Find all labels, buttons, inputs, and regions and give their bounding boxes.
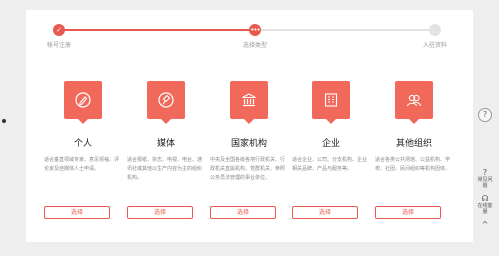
step-1-check-icon: ✓ (53, 24, 65, 36)
card-title: 媒体 (156, 139, 175, 149)
type-card-enterprise: 企业 适合企业、公司、分支机构、企业相关品牌、产品与服务等。 选择 (292, 81, 370, 223)
step-3-label: 入驻资料 (422, 42, 448, 49)
type-card-media: 媒体 适合报纸、杂志、电视、电台、通讯社或其他以生产内容为主的组织机构。 选择 (127, 81, 205, 223)
card-description: 适合垂直领域专家、意见领袖、评论家及自媒体人士申请。 (44, 157, 120, 172)
card-title: 国家机构 (230, 139, 267, 149)
group-icon (395, 81, 433, 124)
select-button-other-organization[interactable]: 选择 (375, 206, 441, 219)
pen-icon (64, 81, 102, 124)
card-title: 其他组织 (395, 139, 432, 149)
type-card-personal: 个人 适合垂直领域专家、意见领袖、评论家及自媒体人士申请。 选择 (44, 81, 122, 223)
select-button-government[interactable]: 选择 (210, 206, 276, 219)
progress-line-completed (59, 29, 255, 31)
select-button-enterprise[interactable]: 选择 (292, 206, 358, 219)
back-to-top-button[interactable]: ^ (476, 220, 494, 229)
card-description: 适合企业、公司、分支机构、企业相关品牌、产品与服务等。 (292, 157, 368, 172)
help-icon[interactable]: ? (478, 108, 492, 122)
brush-icon (147, 81, 185, 124)
faq-button[interactable]: ? 常见问题 (476, 168, 494, 189)
card-description: 适合各类公共场馆、公益机构、学校、社团、民间组织等机构团体。 (375, 157, 451, 172)
government-building-icon (230, 81, 268, 124)
type-card-other-organization: 其他组织 适合各类公共场馆、公益机构、学校、社团、民间组织等机构团体。 选择 (375, 81, 453, 223)
step-1-label: 帐号注册 (46, 42, 72, 49)
floating-sidebar: ? 常见问题 ☊ 在线客服 ^ (476, 168, 494, 236)
list-bullet (2, 119, 6, 123)
card-description: 适合报纸、杂志、电视、电台、通讯社或其他以生产内容为主的组织机构。 (127, 157, 203, 181)
type-card-government: 国家机构 中央及全国各级各地行政机关、行政机关直属机构、党群机关、参照公务员法管… (210, 81, 288, 223)
faq-label: 常见问题 (477, 177, 493, 189)
card-description: 中央及全国各级各地行政机关、行政机关直属机构、党群机关、参照公务员法管理的事业单… (210, 157, 286, 181)
registration-panel: ✓ ••• 帐号注册 选择类型 入驻资料 个人 适合垂直领域专家、意见领袖、评论… (26, 10, 473, 242)
step-3-pending-icon (429, 24, 441, 36)
card-title: 企业 (321, 139, 340, 149)
select-button-personal[interactable]: 选择 (44, 206, 110, 219)
headset-icon: ☊ (481, 194, 489, 203)
chevron-up-icon: ^ (481, 220, 489, 229)
online-service-button[interactable]: ☊ 在线客服 (476, 194, 494, 215)
question-icon: ? (482, 168, 488, 177)
select-button-media[interactable]: 选择 (127, 206, 193, 219)
progress-line-pending (255, 29, 435, 31)
online-service-label: 在线客服 (477, 203, 493, 215)
step-2-current-icon: ••• (249, 24, 261, 36)
office-building-icon (312, 81, 350, 124)
step-2-label: 选择类型 (242, 42, 268, 49)
card-title: 个人 (73, 139, 92, 149)
progress-steps: ✓ ••• 帐号注册 选择类型 入驻资料 (26, 10, 473, 54)
